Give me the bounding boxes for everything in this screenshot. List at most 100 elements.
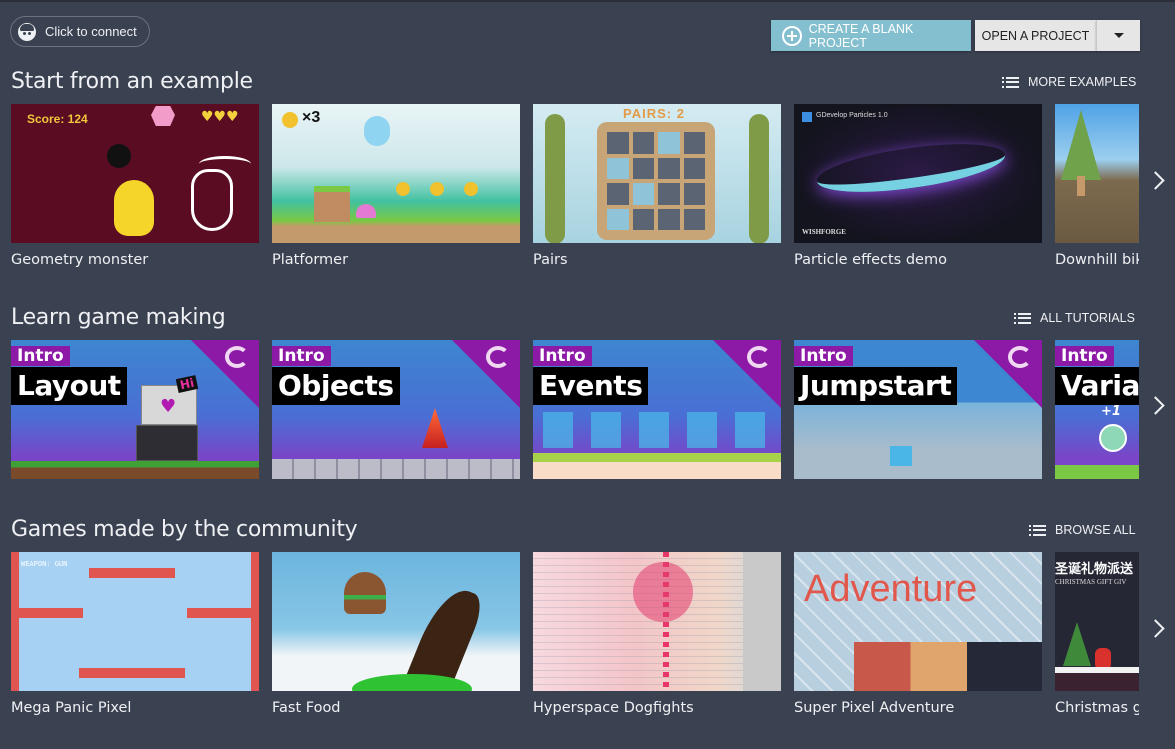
slime-enemy [356, 204, 376, 218]
girder-top [89, 568, 175, 578]
community-next-button[interactable] [1146, 614, 1166, 644]
community-card-hyperspace-dogfights[interactable]: Hyperspace Dogfights [533, 552, 781, 716]
thumbnail: PAIRS: 2 [533, 104, 781, 243]
girder-bottom [79, 668, 185, 678]
user-avatar-icon [18, 22, 36, 41]
swipe-arrow-icon [199, 156, 251, 172]
more-examples-link[interactable]: MORE EXAMPLES [1002, 75, 1136, 89]
tutorial-name: Events [533, 367, 649, 405]
thumbnail: Intro Layout ♥ Hi [11, 340, 259, 479]
example-card-pairs[interactable]: PAIRS: 2 Pairs [533, 104, 781, 268]
examples-next-button[interactable] [1146, 166, 1166, 196]
corner-banner [191, 340, 259, 408]
open-project-dropdown-button[interactable] [1096, 20, 1140, 51]
example-card-geometry-monster[interactable]: Score: 124 ♥♥♥ Geometry monster [11, 104, 259, 268]
girder-mid-right [187, 608, 251, 618]
tutorial-card-variables[interactable]: Intro Variat +1 [1055, 340, 1139, 479]
seaweed-right [749, 114, 769, 243]
tutorial-name: Jumpstart [794, 367, 958, 405]
tutorial-card-layout[interactable]: Intro Layout ♥ Hi [11, 340, 259, 479]
intro-tag: Intro [794, 346, 853, 366]
community-row: WEAPON: GUN Mega Panic Pixel Fast Food H… [11, 552, 1139, 727]
thumbnail: Adventure [794, 552, 1042, 691]
card-title: Geometry monster [11, 252, 149, 268]
corner-banner [713, 340, 781, 408]
coin-icon [430, 182, 444, 196]
open-project-label: OPEN A PROJECT [981, 28, 1090, 43]
section-title-examples: Start from an example [11, 69, 253, 94]
card-title: Mega Panic Pixel [11, 700, 132, 716]
thumbnail [272, 552, 520, 691]
hearts-icon: ♥♥♥ [201, 109, 239, 125]
section-title-community: Games made by the community [11, 517, 358, 542]
game-logo-text: Adventure [804, 568, 978, 610]
ground-tiles [11, 461, 259, 479]
window-illustration: ♥ [141, 385, 197, 425]
city-blocks [854, 642, 1042, 691]
particles-title: GDevelop Particles 1.0 [816, 112, 888, 119]
english-title-text: CHRISTMAS GIFT GIV [1055, 578, 1127, 586]
swipe-hand-icon [191, 169, 233, 231]
tutorial-card-objects[interactable]: Intro Objects [272, 340, 520, 479]
thumbnail: ×3 [272, 104, 520, 243]
chinese-title-text: 圣诞礼物派送 [1055, 562, 1134, 577]
community-card-super-pixel-adventure[interactable]: Adventure Super Pixel Adventure [794, 552, 1042, 716]
tutorial-card-events[interactable]: Intro Events [533, 340, 781, 479]
alien-character [364, 116, 390, 146]
thumbnail [1055, 104, 1139, 243]
all-tutorials-link[interactable]: ALL TUTORIALS [1014, 311, 1135, 325]
open-project-button[interactable]: OPEN A PROJECT [975, 20, 1096, 51]
corner-banner [974, 340, 1042, 408]
thumbnail: 圣诞礼物派送 CHRISTMAS GIFT GIV [1055, 552, 1139, 691]
tutorial-name: Variat [1055, 367, 1139, 405]
card-title: Fast Food [272, 700, 341, 716]
coin-icon [396, 182, 410, 196]
tree-shape [1063, 622, 1091, 666]
example-card-particle-effects[interactable]: GDevelop Particles 1.0 WISHFORGE Particl… [794, 104, 1042, 268]
fish-character [890, 446, 912, 466]
thumbnail: Intro Events [533, 340, 781, 479]
window-top-edge [0, 0, 1175, 2]
seaweed-left [545, 114, 565, 243]
tree-trunk [1077, 176, 1085, 196]
browse-all-label: BROWSE ALL [1055, 523, 1136, 537]
block-platform [314, 186, 350, 222]
card-title: Christmas g [1055, 700, 1139, 716]
connect-label: Click to connect [45, 24, 137, 39]
all-tutorials-label: ALL TUTORIALS [1040, 311, 1135, 325]
example-card-downhill-bike[interactable]: Downhill bik [1055, 104, 1139, 268]
monster-character [114, 180, 154, 236]
browse-all-link[interactable]: BROWSE ALL [1029, 523, 1136, 537]
tutorials-next-button[interactable] [1146, 391, 1166, 421]
coin-icon [464, 182, 478, 196]
connect-button[interactable]: Click to connect [10, 16, 150, 47]
girder-right [251, 552, 259, 691]
girder-left [11, 552, 19, 691]
stone-floor [272, 459, 520, 479]
thumbnail: Intro Objects [272, 340, 520, 479]
community-card-christmas[interactable]: 圣诞礼物派送 CHRISTMAS GIFT GIV Christmas g [1055, 552, 1139, 716]
intro-tag: Intro [11, 346, 70, 366]
tree-shape [1061, 110, 1101, 180]
campfire-illustration [422, 408, 448, 448]
community-card-fast-food[interactable]: Fast Food [272, 552, 520, 716]
list-icon [1014, 312, 1031, 324]
tutorial-name: Layout [11, 367, 127, 405]
intro-tag: Intro [533, 346, 592, 366]
create-blank-project-button[interactable]: CREATE A BLANK PROJECT [771, 20, 971, 51]
objects-panel-illustration [136, 425, 198, 461]
community-card-mega-panic-pixel[interactable]: WEAPON: GUN Mega Panic Pixel [11, 552, 259, 716]
card-title: Pairs [533, 252, 568, 268]
coin-icon [282, 112, 298, 128]
thumbnail: Score: 124 ♥♥♥ [11, 104, 259, 243]
particle-trail [814, 134, 1008, 202]
side-panel [743, 552, 781, 691]
tutorial-name: Objects [272, 367, 400, 405]
pentagon-shape [151, 106, 175, 126]
tutorial-card-jumpstart[interactable]: Intro Jumpstart [794, 340, 1042, 479]
wishforge-logo: WISHFORGE [802, 228, 846, 236]
pairs-score: PAIRS: 2 [623, 106, 685, 121]
list-icon [1029, 524, 1046, 536]
example-card-platformer[interactable]: ×3 Platformer [272, 104, 520, 268]
more-examples-label: MORE EXAMPLES [1028, 75, 1137, 89]
